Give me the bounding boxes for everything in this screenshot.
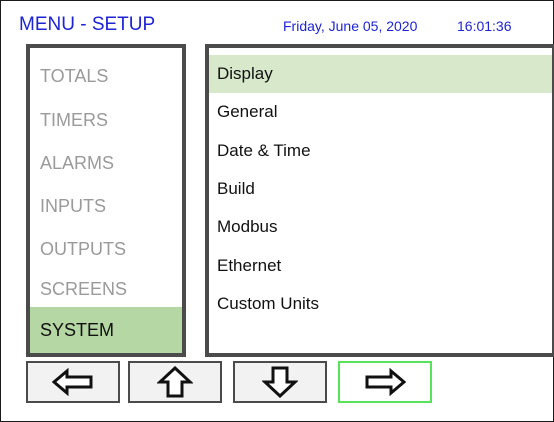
submenu-item-ethernet[interactable]: Ethernet — [209, 247, 552, 285]
category-item-outputs[interactable]: OUTPUTS — [30, 227, 182, 271]
category-item-inputs[interactable]: INPUTS — [30, 184, 182, 228]
category-item-timers[interactable]: TIMERS — [30, 98, 182, 142]
category-item-alarms[interactable]: ALARMS — [30, 141, 182, 185]
category-list: TOTALS TIMERS ALARMS INPUTS OUTPUTS SCRE… — [26, 44, 186, 357]
right-arrow-button[interactable] — [338, 361, 432, 403]
date-display: Friday, June 05, 2020 — [283, 18, 418, 34]
submenu-item-display[interactable]: Display — [209, 55, 552, 93]
category-item-system[interactable]: SYSTEM — [30, 307, 182, 353]
setup-screen: MENU - SETUP Friday, June 05, 2020 16:01… — [0, 0, 554, 422]
left-arrow-button[interactable] — [26, 361, 120, 403]
submenu-item-modbus[interactable]: Modbus — [209, 208, 552, 246]
submenu-item-date-time[interactable]: Date & Time — [209, 132, 552, 170]
submenu-list: Display General Date & Time Build Modbus… — [205, 44, 554, 357]
submenu-item-build[interactable]: Build — [209, 170, 552, 208]
arrow-left-icon — [52, 368, 93, 396]
arrow-down-icon — [262, 366, 298, 398]
up-arrow-button[interactable] — [128, 361, 222, 403]
category-item-screens[interactable]: SCREENS — [30, 267, 182, 311]
arrow-up-icon — [157, 366, 193, 398]
category-item-totals[interactable]: TOTALS — [30, 54, 182, 98]
submenu-item-general[interactable]: General — [209, 93, 552, 131]
time-display: 16:01:36 — [457, 18, 512, 34]
down-arrow-button[interactable] — [233, 361, 327, 403]
submenu-item-custom-units[interactable]: Custom Units — [209, 285, 552, 323]
menu-title: MENU - SETUP — [19, 14, 156, 35]
arrow-right-icon — [365, 368, 406, 396]
